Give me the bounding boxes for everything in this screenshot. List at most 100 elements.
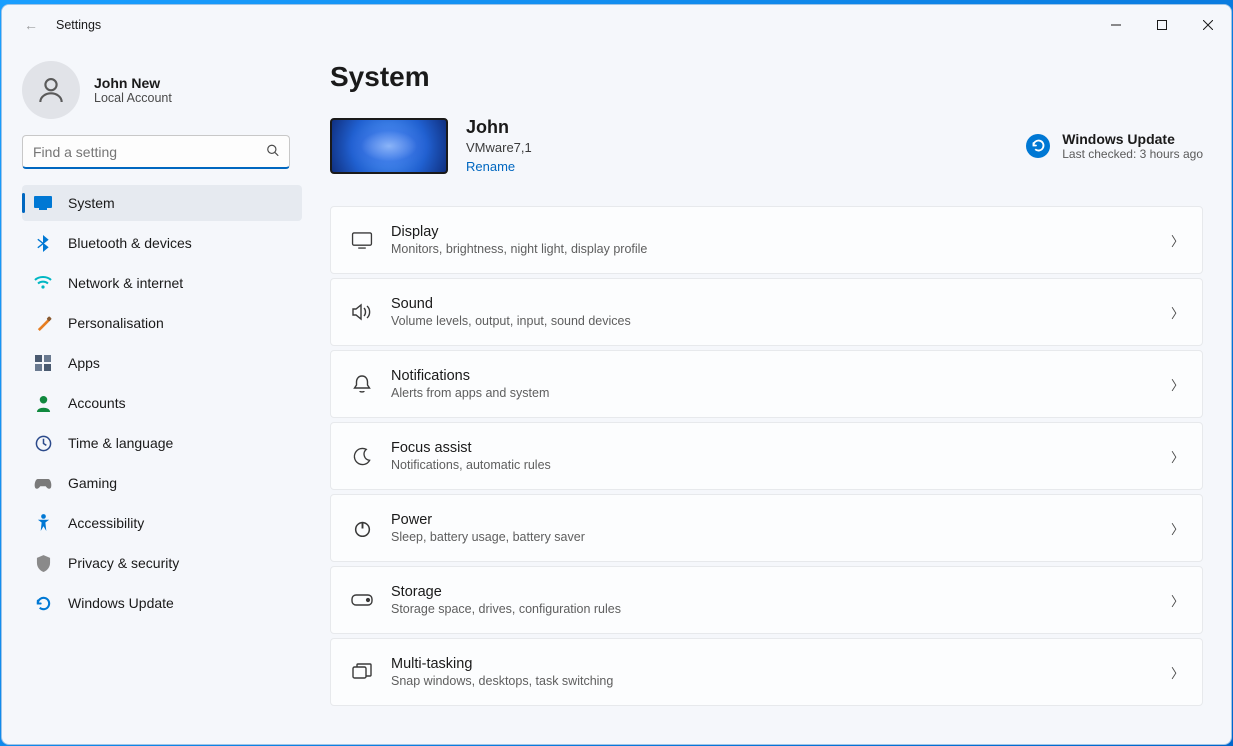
page-title: System — [330, 61, 1203, 93]
maximize-button[interactable] — [1139, 9, 1185, 41]
sound-icon — [349, 303, 375, 321]
card-notifications[interactable]: Notifications Alerts from apps and syste… — [330, 350, 1203, 418]
search-input[interactable] — [22, 135, 290, 169]
storage-icon — [349, 594, 375, 606]
card-sub: Storage space, drives, configuration rul… — [391, 602, 1171, 616]
update-circle-icon — [1026, 134, 1050, 158]
power-icon — [349, 519, 375, 538]
sidebar-item-label: Network & internet — [68, 275, 183, 291]
pc-info: John VMware7,1 Rename — [466, 117, 532, 174]
card-title: Storage — [391, 584, 1171, 600]
user-block[interactable]: John New Local Account — [2, 53, 310, 135]
titlebar: ← Settings — [2, 5, 1231, 45]
card-sub: Volume levels, output, input, sound devi… — [391, 314, 1171, 328]
sidebar-item-bluetooth[interactable]: Bluetooth & devices — [22, 225, 302, 261]
pc-thumbnail — [330, 118, 448, 174]
window-controls — [1093, 9, 1231, 41]
app-title: Settings — [56, 18, 101, 32]
body: John New Local Account System — [2, 45, 1231, 744]
arrow-left-icon: ← — [24, 17, 38, 33]
card-sub: Snap windows, desktops, task switching — [391, 674, 1171, 688]
card-focus-assist[interactable]: Focus assist Notifications, automatic ru… — [330, 422, 1203, 490]
chevron-right-icon: 〉 — [1171, 591, 1184, 610]
card-sub: Notifications, automatic rules — [391, 458, 1171, 472]
sidebar: John New Local Account System — [2, 45, 310, 744]
person-icon — [34, 394, 52, 412]
sidebar-item-accessibility[interactable]: Accessibility — [22, 505, 302, 541]
sidebar-item-personalisation[interactable]: Personalisation — [22, 305, 302, 341]
chevron-right-icon: 〉 — [1171, 519, 1184, 538]
bluetooth-icon — [34, 234, 52, 252]
avatar — [22, 61, 80, 119]
minimize-icon — [1111, 20, 1121, 30]
sidebar-item-label: Privacy & security — [68, 555, 179, 571]
maximize-icon — [1157, 20, 1167, 30]
apps-icon — [34, 354, 52, 372]
chevron-right-icon: 〉 — [1171, 447, 1184, 466]
sidebar-item-system[interactable]: System — [22, 185, 302, 221]
nav: System Bluetooth & devices Network & int… — [2, 185, 310, 621]
header-row: John VMware7,1 Rename Windows Update Las… — [330, 117, 1203, 174]
sidebar-item-privacy[interactable]: Privacy & security — [22, 545, 302, 581]
sidebar-item-network[interactable]: Network & internet — [22, 265, 302, 301]
sidebar-item-label: Apps — [68, 355, 100, 371]
card-sub: Alerts from apps and system — [391, 386, 1171, 400]
sidebar-item-label: Personalisation — [68, 315, 164, 331]
update-icon — [34, 594, 52, 612]
search-wrap — [2, 135, 310, 185]
user-name: John New — [94, 75, 172, 91]
accessibility-icon — [34, 514, 52, 532]
card-title: Display — [391, 224, 1171, 240]
minimize-button[interactable] — [1093, 9, 1139, 41]
sidebar-item-label: System — [68, 195, 115, 211]
sidebar-item-time-language[interactable]: Time & language — [22, 425, 302, 461]
card-power[interactable]: Power Sleep, battery usage, battery save… — [330, 494, 1203, 562]
bell-icon — [349, 374, 375, 394]
globe-clock-icon — [34, 434, 52, 452]
chevron-right-icon: 〉 — [1171, 663, 1184, 682]
shield-icon — [34, 554, 52, 572]
user-sub: Local Account — [94, 91, 172, 105]
card-title: Multi-tasking — [391, 656, 1171, 672]
card-title: Sound — [391, 296, 1171, 312]
card-multitasking[interactable]: Multi-tasking Snap windows, desktops, ta… — [330, 638, 1203, 706]
gaming-icon — [34, 474, 52, 492]
card-storage[interactable]: Storage Storage space, drives, configura… — [330, 566, 1203, 634]
sidebar-item-label: Accessibility — [68, 515, 144, 531]
paintbrush-icon — [34, 314, 52, 332]
sidebar-item-gaming[interactable]: Gaming — [22, 465, 302, 501]
wifi-icon — [34, 274, 52, 292]
settings-window: ← Settings Joh — [1, 4, 1232, 745]
sidebar-item-apps[interactable]: Apps — [22, 345, 302, 381]
sidebar-item-label: Gaming — [68, 475, 117, 491]
card-title: Focus assist — [391, 440, 1171, 456]
card-sub: Sleep, battery usage, battery saver — [391, 530, 1171, 544]
close-icon — [1203, 20, 1213, 30]
windows-update-summary[interactable]: Windows Update Last checked: 3 hours ago — [1026, 131, 1203, 161]
chevron-right-icon: 〉 — [1171, 375, 1184, 394]
update-sub: Last checked: 3 hours ago — [1062, 147, 1203, 161]
main[interactable]: System John VMware7,1 Rename Windows Upd… — [310, 45, 1231, 744]
pc-model: VMware7,1 — [466, 140, 532, 155]
multitasking-icon — [349, 663, 375, 681]
card-sound[interactable]: Sound Volume levels, output, input, soun… — [330, 278, 1203, 346]
back-button[interactable]: ← — [16, 10, 46, 40]
sidebar-item-windows-update[interactable]: Windows Update — [22, 585, 302, 621]
card-sub: Monitors, brightness, night light, displ… — [391, 242, 1171, 256]
sidebar-item-label: Windows Update — [68, 595, 174, 611]
card-display[interactable]: Display Monitors, brightness, night ligh… — [330, 206, 1203, 274]
pc-name: John — [466, 117, 532, 138]
person-icon — [35, 74, 67, 106]
sidebar-item-accounts[interactable]: Accounts — [22, 385, 302, 421]
chevron-right-icon: 〉 — [1171, 231, 1184, 250]
card-title: Notifications — [391, 368, 1171, 384]
rename-link[interactable]: Rename — [466, 159, 532, 174]
card-title: Power — [391, 512, 1171, 528]
sidebar-item-label: Bluetooth & devices — [68, 235, 192, 251]
system-icon — [34, 194, 52, 212]
moon-icon — [349, 447, 375, 466]
sidebar-item-label: Time & language — [68, 435, 173, 451]
settings-cards: Display Monitors, brightness, night ligh… — [330, 206, 1203, 718]
close-button[interactable] — [1185, 9, 1231, 41]
chevron-right-icon: 〉 — [1171, 303, 1184, 322]
